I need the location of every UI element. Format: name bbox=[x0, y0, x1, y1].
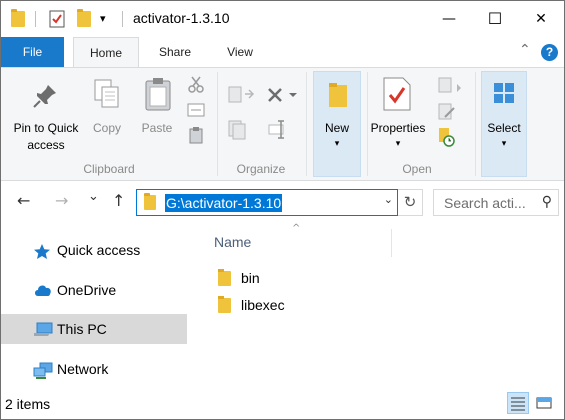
folder-app-icon[interactable] bbox=[11, 9, 25, 27]
folder-icon bbox=[218, 269, 231, 286]
address-folder-icon bbox=[144, 193, 156, 210]
pin-icon bbox=[31, 82, 59, 113]
history-icon[interactable] bbox=[437, 126, 457, 151]
properties-quick-icon[interactable] bbox=[49, 10, 65, 31]
ribbon-tabs: File Home Share View ⌃ ? bbox=[1, 37, 564, 68]
nav-label-onedrive: OneDrive bbox=[57, 282, 117, 298]
rename-icon[interactable] bbox=[267, 118, 289, 143]
new-folder-icon bbox=[328, 82, 348, 111]
status-bar: 2 items bbox=[1, 390, 564, 419]
nav-item-this-pc[interactable]: This PC bbox=[1, 314, 187, 344]
open-group-label: Open bbox=[402, 162, 432, 176]
paste-button[interactable]: Paste bbox=[135, 120, 179, 137]
clipboard-group-label: Clipboard bbox=[83, 162, 135, 176]
properties-button[interactable]: Properties bbox=[365, 120, 431, 137]
recent-locations-button[interactable]: ⌄ bbox=[88, 189, 99, 204]
list-item[interactable]: libexec bbox=[212, 295, 372, 317]
maximize-button[interactable]: ☐ bbox=[472, 1, 518, 37]
copy-path-icon[interactable] bbox=[187, 102, 205, 121]
star-icon bbox=[33, 243, 51, 259]
group-separator bbox=[217, 72, 218, 176]
explorer-window: ▾ activator-1.3.10 — ☐ ✕ File Home Share… bbox=[0, 0, 565, 420]
large-icons-view-button[interactable] bbox=[533, 392, 555, 414]
nav-label-network: Network bbox=[57, 361, 109, 377]
new-label: New bbox=[324, 121, 349, 135]
move-to-icon[interactable] bbox=[225, 84, 255, 109]
group-separator bbox=[306, 72, 307, 176]
search-placeholder: Search acti... bbox=[444, 195, 526, 211]
address-text[interactable]: G:\activator-1.3.10 bbox=[165, 194, 283, 212]
window-title: activator-1.3.10 bbox=[133, 10, 230, 26]
copy-icon bbox=[93, 78, 121, 113]
qa-customize-dropdown[interactable]: ▾ bbox=[100, 12, 106, 25]
new-button[interactable]: New ▾ bbox=[313, 71, 361, 177]
navigation-pane: Quick access OneDrive This PC Network bbox=[1, 225, 191, 390]
collapse-ribbon-icon[interactable]: ⌃ bbox=[519, 42, 531, 58]
organize-group-label: Organize bbox=[236, 162, 286, 176]
forward-button[interactable]: → bbox=[55, 191, 68, 210]
nav-item-quick-access[interactable]: Quick access bbox=[1, 235, 187, 265]
properties-icon bbox=[381, 76, 413, 115]
nav-item-network[interactable]: Network bbox=[1, 354, 187, 384]
item-count: 2 items bbox=[5, 396, 51, 412]
paste-icon bbox=[143, 76, 173, 115]
refresh-button[interactable]: ↻ bbox=[398, 189, 423, 216]
minimize-button[interactable]: — bbox=[426, 1, 472, 37]
qa-separator bbox=[35, 11, 36, 27]
tab-file[interactable]: File bbox=[1, 37, 64, 67]
back-button[interactable]: ← bbox=[17, 191, 30, 210]
column-separator[interactable] bbox=[391, 229, 392, 257]
tab-home[interactable]: Home bbox=[73, 37, 139, 68]
network-icon bbox=[33, 362, 53, 379]
open-icon[interactable] bbox=[437, 76, 465, 99]
nav-label-this-pc: This PC bbox=[57, 321, 107, 337]
select-dropdown-caret: ▾ bbox=[501, 139, 507, 149]
cut-icon[interactable] bbox=[187, 76, 205, 97]
new-folder-quick-icon[interactable] bbox=[77, 9, 91, 27]
file-name: bin bbox=[241, 270, 260, 286]
nav-item-onedrive[interactable]: OneDrive bbox=[1, 275, 187, 305]
title-bar[interactable]: ▾ activator-1.3.10 — ☐ ✕ bbox=[1, 1, 564, 37]
file-list: Name ^ bin libexec bbox=[192, 223, 564, 390]
select-button[interactable]: Select ▾ bbox=[481, 71, 527, 177]
copy-to-icon[interactable] bbox=[225, 118, 255, 143]
pin-label-line2: access bbox=[27, 138, 65, 152]
sort-ascending-icon: ^ bbox=[292, 223, 301, 234]
tab-share[interactable]: Share bbox=[147, 37, 203, 67]
paste-shortcut-icon[interactable] bbox=[187, 126, 205, 147]
ribbon-home: Pin to Quick access Copy Paste Clipboard bbox=[1, 67, 564, 181]
up-button[interactable]: ↑ bbox=[112, 191, 125, 210]
computer-icon bbox=[33, 322, 53, 338]
pin-label-line1: Pin to Quick bbox=[13, 121, 79, 135]
select-grid-icon bbox=[493, 82, 515, 107]
details-view-button[interactable] bbox=[507, 392, 529, 414]
properties-dropdown-caret[interactable]: ▾ bbox=[365, 136, 431, 153]
tab-view[interactable]: View bbox=[211, 37, 269, 67]
edit-icon[interactable] bbox=[437, 102, 457, 125]
file-name: libexec bbox=[241, 297, 285, 313]
nav-label-quick-access: Quick access bbox=[57, 242, 141, 258]
address-row: ← → ⌄ ↑ G:\activator-1.3.10 ⌄ ↻ Search a… bbox=[1, 181, 564, 225]
new-dropdown-caret: ▾ bbox=[334, 139, 340, 149]
address-bar[interactable]: G:\activator-1.3.10 ⌄ bbox=[136, 189, 398, 216]
group-separator bbox=[475, 72, 476, 176]
select-label: Select bbox=[487, 121, 521, 135]
close-button[interactable]: ✕ bbox=[518, 1, 564, 37]
title-separator bbox=[122, 11, 123, 27]
copy-button[interactable]: Copy bbox=[85, 120, 129, 137]
column-header-name-label: Name bbox=[214, 234, 252, 250]
delete-icon[interactable] bbox=[265, 84, 299, 109]
search-box[interactable]: Search acti... ⚲ bbox=[433, 189, 559, 216]
help-icon[interactable]: ? bbox=[541, 44, 558, 61]
column-header-name[interactable]: Name bbox=[214, 234, 251, 250]
cloud-icon bbox=[33, 283, 51, 299]
pin-to-quick-access-button[interactable]: Pin to Quick access bbox=[5, 120, 87, 154]
address-dropdown-button[interactable]: ⌄ bbox=[384, 193, 393, 206]
list-item[interactable]: bin bbox=[212, 268, 372, 290]
search-icon[interactable]: ⚲ bbox=[542, 194, 552, 210]
folder-icon bbox=[218, 296, 231, 313]
